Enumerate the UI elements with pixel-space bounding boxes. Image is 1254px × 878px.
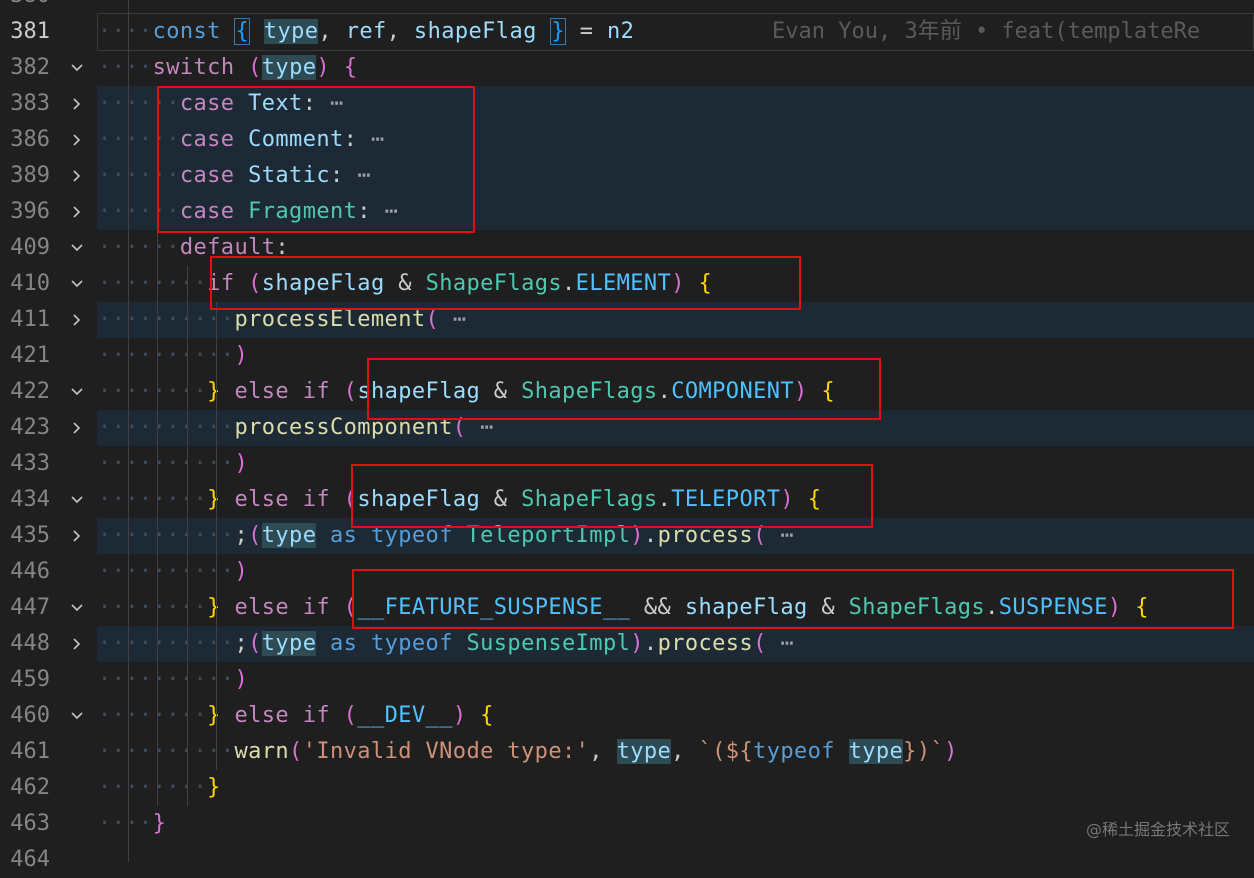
code-line-389[interactable]: 389 ······case Static: ⋯ bbox=[0, 158, 1254, 194]
code-line-422[interactable]: 422 ········} else if (shapeFlag & Shape… bbox=[0, 374, 1254, 410]
code-line-421[interactable]: 421 ··········) bbox=[0, 338, 1254, 374]
fold-open-icon[interactable] bbox=[64, 50, 90, 86]
fold-closed-icon[interactable] bbox=[64, 122, 90, 158]
code-line-434[interactable]: 434 ········} else if (shapeFlag & Shape… bbox=[0, 482, 1254, 518]
code-line-386[interactable]: 386 ······case Comment: ⋯ bbox=[0, 122, 1254, 158]
fold-closed-icon[interactable] bbox=[64, 410, 90, 446]
code-editor[interactable]: 380 381 ····const { type, ref, shapeFlag… bbox=[0, 0, 1254, 872]
code-line-423[interactable]: 423 ··········processComponent( ⋯ bbox=[0, 410, 1254, 446]
fold-open-icon[interactable] bbox=[64, 374, 90, 410]
line-number: 447 bbox=[10, 595, 50, 620]
code-line-411[interactable]: 411 ··········processElement( ⋯ bbox=[0, 302, 1254, 338]
line-number: 446 bbox=[10, 559, 50, 584]
line-number: 409 bbox=[10, 235, 50, 260]
fold-open-icon[interactable] bbox=[64, 482, 90, 518]
code-text[interactable]: ········} else if (shapeFlag & ShapeFlag… bbox=[98, 482, 821, 518]
code-line-462[interactable]: 462 ········} bbox=[0, 770, 1254, 806]
line-number: 423 bbox=[10, 415, 50, 440]
git-blame-annotation: Evan You, 3年前 • feat(templateRe bbox=[772, 19, 1201, 44]
line-number: 411 bbox=[10, 307, 50, 332]
line-number: 464 bbox=[10, 847, 50, 872]
code-text[interactable]: ······default: bbox=[98, 230, 289, 266]
line-number: 410 bbox=[10, 271, 50, 296]
code-text[interactable]: ····switch (type) { bbox=[98, 50, 357, 86]
code-line-380: 380 bbox=[0, 0, 1254, 14]
indent-guide bbox=[157, 86, 158, 806]
code-line-410[interactable]: 410 ········if (shapeFlag & ShapeFlags.E… bbox=[0, 266, 1254, 302]
code-line-433[interactable]: 433 ··········) bbox=[0, 446, 1254, 482]
code-text[interactable]: ··········;(type as typeof SuspenseImpl)… bbox=[98, 626, 794, 662]
line-number: 422 bbox=[10, 379, 50, 404]
code-line-464: 464 bbox=[0, 842, 1254, 878]
code-line-409[interactable]: 409 ······default: bbox=[0, 230, 1254, 266]
line-number: 396 bbox=[10, 199, 50, 224]
code-text[interactable]: ······case Comment: ⋯ bbox=[98, 122, 385, 158]
code-text[interactable]: ··········) bbox=[98, 554, 248, 590]
line-number: 421 bbox=[10, 343, 50, 368]
code-line-396[interactable]: 396 ······case Fragment: ⋯ bbox=[0, 194, 1254, 230]
line-number: 433 bbox=[10, 451, 50, 476]
code-text[interactable]: ····const { type, ref, shapeFlag } = n2 bbox=[98, 14, 634, 50]
fold-closed-icon[interactable] bbox=[64, 86, 90, 122]
line-number: 462 bbox=[10, 775, 50, 800]
code-text[interactable]: ········if (shapeFlag & ShapeFlags.ELEME… bbox=[98, 266, 712, 302]
line-number: 386 bbox=[10, 127, 50, 152]
fold-open-icon[interactable] bbox=[64, 698, 90, 734]
line-number: 435 bbox=[10, 523, 50, 548]
fold-closed-icon[interactable] bbox=[64, 302, 90, 338]
fold-closed-icon[interactable] bbox=[64, 158, 90, 194]
fold-open-icon[interactable] bbox=[64, 230, 90, 266]
indent-guide bbox=[216, 302, 217, 770]
code-text[interactable]: ········} bbox=[98, 770, 221, 806]
fold-closed-icon[interactable] bbox=[64, 194, 90, 230]
code-line-463[interactable]: 463 ····} bbox=[0, 806, 1254, 842]
code-line-459[interactable]: 459 ··········) bbox=[0, 662, 1254, 698]
fold-open-icon[interactable] bbox=[64, 266, 90, 302]
line-number: 382 bbox=[10, 55, 50, 80]
indent-guide bbox=[187, 266, 188, 806]
code-line-447[interactable]: 447 ········} else if (__FEATURE_SUSPENS… bbox=[0, 590, 1254, 626]
code-text[interactable]: ··········) bbox=[98, 338, 248, 374]
line-number: 380 bbox=[0, 0, 50, 14]
code-line-382[interactable]: 382 ····switch (type) { bbox=[0, 50, 1254, 86]
line-number: 381 bbox=[10, 19, 50, 44]
watermark: @稀土掘金技术社区 bbox=[1085, 820, 1230, 839]
code-line-381[interactable]: 381 ····const { type, ref, shapeFlag } =… bbox=[0, 13, 1254, 51]
code-text[interactable]: ··········) bbox=[98, 446, 248, 482]
line-number: 460 bbox=[10, 703, 50, 728]
code-line-448[interactable]: 448 ··········;(type as typeof SuspenseI… bbox=[0, 626, 1254, 662]
line-number: 389 bbox=[10, 163, 50, 188]
code-text[interactable]: ··········warn('Invalid VNode type:', ty… bbox=[98, 734, 958, 770]
code-text[interactable]: ······case Static: ⋯ bbox=[98, 158, 371, 194]
code-text[interactable]: ········} else if (__FEATURE_SUSPENSE__ … bbox=[98, 590, 1149, 626]
fold-open-icon[interactable] bbox=[64, 590, 90, 626]
code-text[interactable]: ······case Text: ⋯ bbox=[98, 86, 344, 122]
line-number: 383 bbox=[10, 91, 50, 116]
line-number: 448 bbox=[10, 631, 50, 656]
code-text[interactable]: ··········) bbox=[98, 662, 248, 698]
code-text[interactable]: ····} bbox=[98, 806, 166, 842]
line-number: 461 bbox=[10, 739, 50, 764]
line-number: 463 bbox=[10, 811, 50, 836]
code-line-435[interactable]: 435 ··········;(type as typeof TeleportI… bbox=[0, 518, 1254, 554]
indent-guide bbox=[128, 0, 129, 862]
code-text[interactable]: ······case Fragment: ⋯ bbox=[98, 194, 398, 230]
code-text[interactable]: ··········processElement( ⋯ bbox=[98, 302, 466, 338]
code-text[interactable]: ········} else if (shapeFlag & ShapeFlag… bbox=[98, 374, 835, 410]
fold-closed-icon[interactable] bbox=[64, 626, 90, 662]
code-line-461[interactable]: 461 ··········warn('Invalid VNode type:'… bbox=[0, 734, 1254, 770]
code-line-383[interactable]: 383 ······case Text: ⋯ bbox=[0, 86, 1254, 122]
fold-closed-icon[interactable] bbox=[64, 518, 90, 554]
code-line-446[interactable]: 446 ··········) bbox=[0, 554, 1254, 590]
code-text[interactable]: ··········;(type as typeof TeleportImpl)… bbox=[98, 518, 794, 554]
line-number: 459 bbox=[10, 667, 50, 692]
code-line-460[interactable]: 460 ········} else if (__DEV__) { bbox=[0, 698, 1254, 734]
line-number: 434 bbox=[10, 487, 50, 512]
